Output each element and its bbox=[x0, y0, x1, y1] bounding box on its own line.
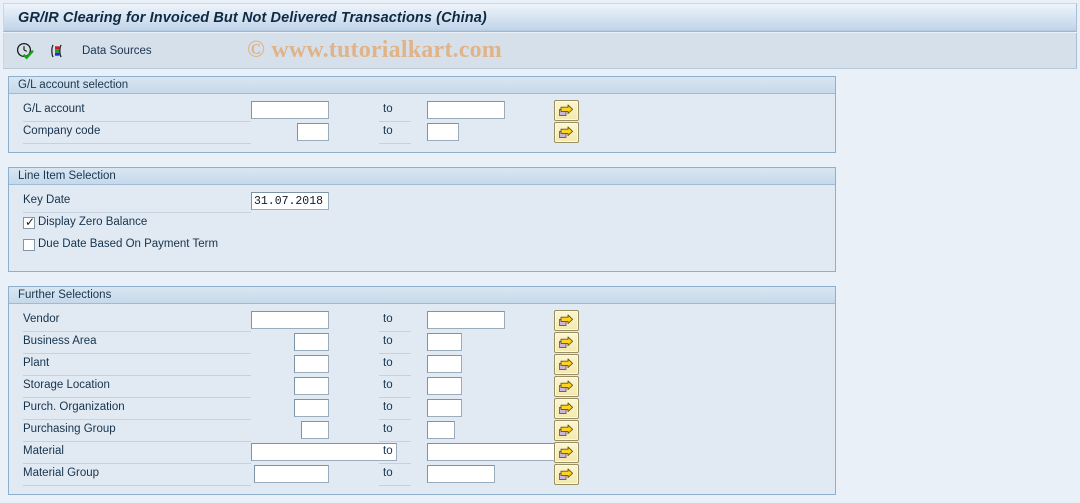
input-gl-account-to[interactable] bbox=[427, 101, 505, 119]
label-purch-organization: Purch. Organization bbox=[23, 401, 125, 413]
application-toolbar: Data Sources bbox=[3, 33, 1077, 69]
input-material-from[interactable] bbox=[251, 443, 397, 461]
to-label: to bbox=[383, 379, 393, 391]
label-material-group: Material Group bbox=[23, 467, 100, 479]
row-gl-account: G/L account to bbox=[9, 100, 835, 122]
clock-check-icon[interactable] bbox=[14, 40, 36, 62]
input-plant-to[interactable] bbox=[427, 355, 462, 373]
input-purchasing-group-from[interactable] bbox=[301, 421, 329, 439]
multi-select-button-storage-location[interactable] bbox=[554, 376, 579, 397]
label-purchasing-group: Purchasing Group bbox=[23, 423, 116, 435]
window-title-bar: GR/IR Clearing for Invoiced But Not Deli… bbox=[3, 3, 1077, 32]
to-label: to bbox=[383, 335, 393, 347]
data-sources-label[interactable]: Data Sources bbox=[82, 45, 152, 57]
to-label: to bbox=[383, 401, 393, 413]
row-business-area: Business Area to bbox=[9, 332, 835, 354]
input-business-area-to[interactable] bbox=[427, 333, 462, 351]
multi-select-button-business-area[interactable] bbox=[554, 332, 579, 353]
multi-select-button-gl-account[interactable] bbox=[554, 100, 579, 121]
label-key-date: Key Date bbox=[23, 194, 71, 206]
data-sources-icon[interactable] bbox=[46, 40, 68, 62]
row-storage-location: Storage Location to bbox=[9, 376, 835, 398]
multi-select-button-vendor[interactable] bbox=[554, 310, 579, 331]
row-key-date: Key Date bbox=[9, 191, 835, 213]
label-due-date-based-payment-term[interactable]: Due Date Based On Payment Term bbox=[38, 238, 218, 250]
input-purch-organization-from[interactable] bbox=[294, 399, 329, 417]
section-body-line-item-selection: Key Date ✓Display Zero Balance Due Date Ba… bbox=[9, 185, 835, 271]
section-gl-account-selection: G/L account selection G/L account to Compa… bbox=[8, 76, 836, 153]
multi-select-button-purch-organization[interactable] bbox=[554, 398, 579, 419]
input-material-group-to[interactable] bbox=[427, 465, 495, 483]
key-date-input[interactable] bbox=[251, 192, 329, 210]
to-label: to bbox=[383, 445, 393, 457]
input-purch-organization-to[interactable] bbox=[427, 399, 462, 417]
multi-select-button-material-group[interactable] bbox=[554, 464, 579, 485]
label-gl-account: G/L account bbox=[23, 103, 85, 115]
section-title-gl-account-selection: G/L account selection bbox=[9, 77, 835, 94]
to-underline bbox=[379, 143, 411, 144]
row-material: Material to bbox=[9, 442, 835, 464]
section-further-selections: Further Selections Vendor to Business Area… bbox=[8, 286, 836, 495]
row-plant: Plant to bbox=[9, 354, 835, 376]
label-material: Material bbox=[23, 445, 64, 457]
label-underline bbox=[23, 485, 251, 486]
input-storage-location-from[interactable] bbox=[294, 377, 329, 395]
input-business-area-from[interactable] bbox=[294, 333, 329, 351]
input-material-group-from[interactable] bbox=[254, 465, 329, 483]
checkbox-due-date-based-payment-term[interactable] bbox=[23, 239, 35, 251]
label-underline bbox=[23, 143, 251, 144]
to-label: to bbox=[383, 357, 393, 369]
input-company-code-from[interactable] bbox=[297, 123, 329, 141]
label-display-zero-balance[interactable]: Display Zero Balance bbox=[38, 216, 147, 228]
multi-select-button-purchasing-group[interactable] bbox=[554, 420, 579, 441]
section-title-line-item-selection: Line Item Selection bbox=[9, 168, 835, 185]
label-vendor: Vendor bbox=[23, 313, 60, 325]
to-label: to bbox=[383, 467, 393, 479]
section-line-item-selection: Line Item Selection Key Date ✓Display Zero… bbox=[8, 167, 836, 272]
to-label: to bbox=[383, 125, 393, 137]
label-storage-location: Storage Location bbox=[23, 379, 110, 391]
to-label: to bbox=[383, 423, 393, 435]
page-title: GR/IR Clearing for Invoiced But Not Deli… bbox=[18, 9, 487, 26]
section-body-gl-account-selection: G/L account to Company code to bbox=[9, 94, 835, 152]
input-vendor-from[interactable] bbox=[251, 311, 329, 329]
to-label: to bbox=[383, 103, 393, 115]
row-purchasing-group: Purchasing Group to bbox=[9, 420, 835, 442]
checkbox-display-zero-balance[interactable]: ✓ bbox=[23, 215, 36, 229]
input-material-to[interactable] bbox=[427, 443, 561, 461]
row-display-zero-balance: ✓ Display Zero Balance bbox=[9, 213, 835, 235]
row-vendor: Vendor to bbox=[9, 310, 835, 332]
section-title-further-selections: Further Selections bbox=[9, 287, 835, 304]
input-plant-from[interactable] bbox=[294, 355, 329, 373]
multi-select-button-plant[interactable] bbox=[554, 354, 579, 375]
to-label: to bbox=[383, 313, 393, 325]
label-company-code: Company code bbox=[23, 125, 101, 137]
label-plant: Plant bbox=[23, 357, 50, 369]
to-underline bbox=[379, 485, 411, 486]
row-purch-organization: Purch. Organization to bbox=[9, 398, 835, 420]
input-vendor-to[interactable] bbox=[427, 311, 505, 329]
section-body-further-selections: Vendor to Business Area to Plant to Storage… bbox=[9, 304, 835, 494]
input-storage-location-to[interactable] bbox=[427, 377, 462, 395]
row-material-group: Material Group to bbox=[9, 464, 835, 486]
row-company-code: Company code to bbox=[9, 122, 835, 144]
check-icon: ✓ bbox=[25, 215, 36, 229]
multi-select-button-material[interactable] bbox=[554, 442, 579, 463]
row-due-date-based-payment-term: Due Date Based On Payment Term bbox=[9, 235, 835, 257]
input-gl-account-from[interactable] bbox=[251, 101, 329, 119]
sap-transaction-screen: GR/IR Clearing for Invoiced But Not Deli… bbox=[0, 0, 1080, 503]
multi-select-button-company-code[interactable] bbox=[554, 122, 579, 143]
input-purchasing-group-to[interactable] bbox=[427, 421, 455, 439]
label-business-area: Business Area bbox=[23, 335, 97, 347]
input-company-code-to[interactable] bbox=[427, 123, 459, 141]
